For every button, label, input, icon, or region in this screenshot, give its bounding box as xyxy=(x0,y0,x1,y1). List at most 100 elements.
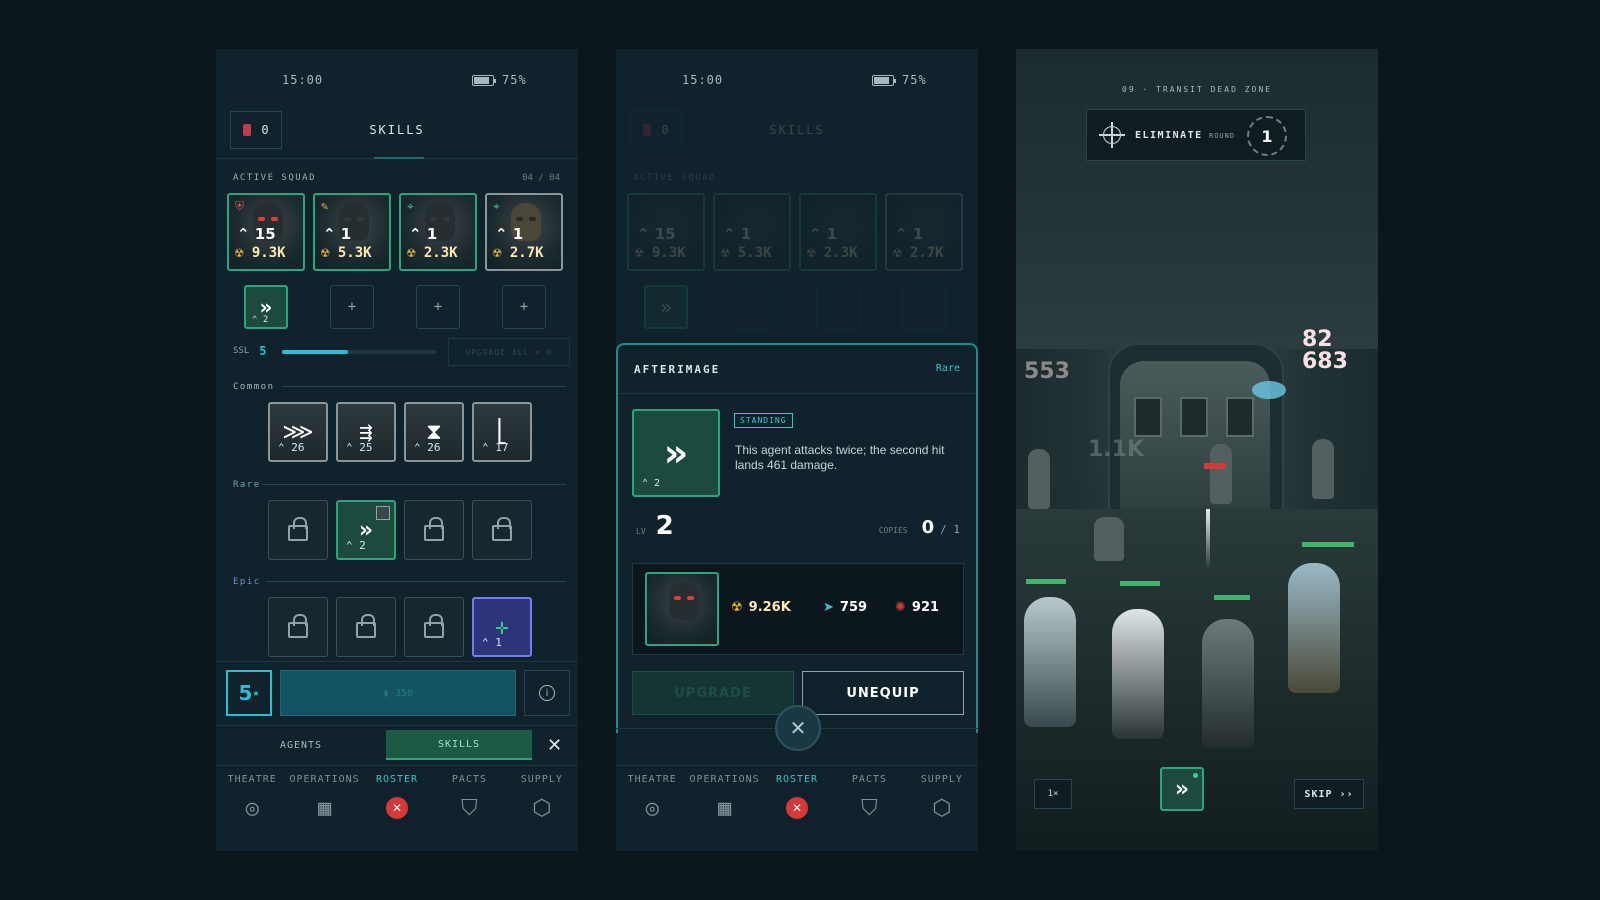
locked-skill[interactable] xyxy=(268,500,328,560)
enemy-health-bar xyxy=(1204,463,1226,469)
copies-counter: COPIES 0 / 1 xyxy=(879,517,960,538)
skill-card[interactable]: ⧗ ⌃ 26 xyxy=(404,402,464,462)
nav-supply[interactable]: SUPPLY ⬡ xyxy=(506,766,578,851)
skill-card-afterimage[interactable]: » ⌃ 2 xyxy=(336,500,396,560)
equipped-skill-slot[interactable]: » ⌃ 2 xyxy=(244,285,288,329)
skill-name: AFTERIMAGE xyxy=(634,363,721,376)
clock: 15:00 xyxy=(282,73,324,87)
empty-skill-slot[interactable]: + xyxy=(416,285,460,329)
locked-skill[interactable] xyxy=(404,597,464,657)
agent-portrait[interactable] xyxy=(645,572,719,646)
squad-hero[interactable] xyxy=(1112,609,1164,739)
upgrade-all-button[interactable]: UPGRADE ALL × 0 xyxy=(448,338,570,366)
equipped-skill-slots: » xyxy=(644,285,946,329)
speed-toggle[interactable]: 1× xyxy=(1034,779,1072,809)
lock-icon xyxy=(424,517,444,541)
section-common-label: Common xyxy=(233,382,275,392)
crate-icon: ⬡ xyxy=(532,795,552,821)
locked-skill[interactable] xyxy=(404,500,464,560)
target-icon: ◎ xyxy=(245,795,259,821)
agent-card[interactable]: ⌖ ⌃ 1 ☢ 2.3K xyxy=(399,193,477,271)
agent-card[interactable]: ⌖ ⌃ 1 ☢ 2.7K xyxy=(485,193,563,271)
enemy[interactable] xyxy=(1312,439,1334,499)
nav-pacts[interactable]: PACTS ⛉ xyxy=(433,766,505,851)
nav-supply[interactable]: SUPPLY ⬡ xyxy=(906,766,978,851)
damage-number: 683 xyxy=(1302,349,1348,374)
info-button[interactable]: i xyxy=(524,670,570,716)
empty-skill-slot xyxy=(816,285,860,329)
empty-skill-slot[interactable]: + xyxy=(502,285,546,329)
equipped-agent-badge xyxy=(376,506,390,520)
add-slot-icon: + xyxy=(519,299,529,315)
crate-icon: ⬡ xyxy=(932,795,952,821)
nav-label: THEATRE xyxy=(627,774,677,785)
nav-theatre[interactable]: THEATRE ◎ xyxy=(216,766,288,851)
hero-health-bar xyxy=(1302,542,1354,547)
skill-count: ⌃ 2 xyxy=(346,539,366,552)
close-modal-button[interactable]: ✕ xyxy=(775,705,821,751)
agent-card[interactable]: ⛨ ⌃ 15 ☢ 9.3K xyxy=(227,193,305,271)
close-icon: ✕ xyxy=(789,716,807,740)
agent-card[interactable]: ✎ ⌃ 1 ☢ 5.3K xyxy=(313,193,391,271)
nav-theatre[interactable]: THEATRE ◎ xyxy=(616,766,688,851)
section-epic-label: Epic xyxy=(233,577,261,587)
unequip-button[interactable]: UNEQUIP xyxy=(802,671,964,715)
empty-skill-slot[interactable]: + xyxy=(330,285,374,329)
energy-orb xyxy=(1252,381,1286,399)
upgrade-button[interactable]: ▮ 350 xyxy=(280,670,516,716)
squad-hero[interactable] xyxy=(1202,619,1254,749)
enemy[interactable] xyxy=(1094,517,1124,561)
enemy[interactable] xyxy=(1210,444,1232,504)
epic-skill-grid: ✛ ⌃ 1 xyxy=(268,597,532,657)
bottom-nav: THEATRE ◎ OPERATIONS ▦ ROSTER ✕ PACTS ⛉ SUPP… xyxy=(216,765,578,851)
copies-label: COPIES xyxy=(878,526,908,535)
skill-card[interactable]: ⇶ ⌃ 25 xyxy=(336,402,396,462)
level-value: 2 xyxy=(655,511,674,541)
enemy[interactable] xyxy=(1028,449,1050,509)
map-icon: ▦ xyxy=(717,795,732,821)
nav-operations[interactable]: OPERATIONS ▦ xyxy=(288,766,360,851)
lock-icon xyxy=(288,614,308,638)
divider xyxy=(262,484,566,485)
skill-card[interactable]: ⎣ ⌃ 17 xyxy=(472,402,532,462)
star-level-badge[interactable]: 5 ★ xyxy=(226,670,272,716)
skill-card[interactable]: ⋙ ⌃ 26 xyxy=(268,402,328,462)
nav-roster[interactable]: ROSTER ✕ xyxy=(361,766,433,851)
upgrade-button[interactable]: UPGRADE xyxy=(632,671,794,715)
nav-pacts[interactable]: PACTS ⛉ xyxy=(833,766,905,851)
skip-button[interactable]: SKIP ›› xyxy=(1294,779,1364,809)
close-icon[interactable]: ✕ xyxy=(540,730,570,760)
squad-hero[interactable] xyxy=(1288,563,1340,693)
skill-detail-screen: 15:00 75% 0 SKILLS ACTIVE SQUAD ⌃ 15 ☢ 9.… xyxy=(616,49,978,851)
locked-skill[interactable] xyxy=(268,597,328,657)
agent-power: ☢ 5.3K xyxy=(321,245,372,261)
ssl-row: SSL 5 xyxy=(233,344,267,358)
bottom-nav: THEATRE ◎ OPERATIONS ▦ ROSTER ✕ PACTS ⛉ SUPP… xyxy=(616,765,978,851)
agent-level: ⌃ 1 xyxy=(809,225,838,243)
locked-skill[interactable] xyxy=(472,500,532,560)
roster-icon: ✕ xyxy=(783,794,811,822)
tab-agents[interactable]: AGENTS xyxy=(226,730,376,760)
skill-card[interactable]: ✛ ⌃ 1 xyxy=(472,597,532,657)
skill-count: ⌃ 2 xyxy=(642,478,661,489)
equipped-skill-slots: » ⌃ 2 + + + xyxy=(244,285,546,329)
squad-hero[interactable] xyxy=(1024,597,1076,727)
skill-trigger-button[interactable]: » xyxy=(1160,767,1204,811)
pencil-icon: ✎ xyxy=(321,199,329,213)
copies-value: 0 xyxy=(921,517,935,538)
battery-icon xyxy=(472,74,496,86)
tab-skills[interactable]: SKILLS xyxy=(386,730,532,760)
rare-skill-grid: » ⌃ 2 xyxy=(268,500,532,560)
double-chevron-icon: » xyxy=(659,295,673,319)
speed-icon: ➤ xyxy=(823,600,834,615)
objective-label: ELIMINATE xyxy=(1135,130,1203,141)
nav-label: THEATRE xyxy=(227,774,277,785)
page-title: SKILLS xyxy=(769,123,825,137)
agent-card: ⌃ 1 ☢ 5.3K xyxy=(713,193,791,271)
sub-tabs: AGENTS SKILLS ✕ xyxy=(216,725,578,761)
nav-roster[interactable]: ROSTER ✕ xyxy=(761,766,833,851)
locked-skill[interactable] xyxy=(336,597,396,657)
nav-label: OPERATIONS xyxy=(289,774,360,785)
nav-operations[interactable]: OPERATIONS ▦ xyxy=(688,766,760,851)
active-squad-label: ACTIVE SQUAD xyxy=(233,173,317,183)
